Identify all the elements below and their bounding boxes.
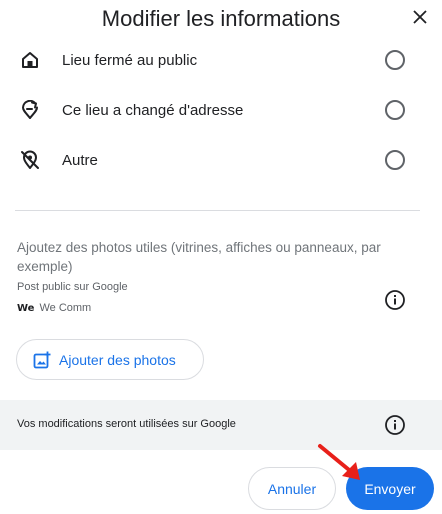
photos-description: Ajoutez des photos utiles (vitrines, aff… [17,240,381,274]
info-icon[interactable] [384,289,406,311]
store-closed-icon [19,49,41,71]
dialog-header: Modifier les informations [0,0,442,38]
add-photos-label: Ajouter des photos [59,351,176,368]
close-button[interactable] [408,5,432,29]
radio-button[interactable] [385,150,405,170]
post-public-label: Post public sur Google [17,281,128,293]
close-icon [413,10,427,24]
option-label: Lieu fermé au public [62,51,198,69]
radio-button[interactable] [385,100,405,120]
add-photos-button[interactable]: Ajouter des photos [16,339,204,380]
account-logo: We [17,302,35,314]
dialog-title: Modifier les informations [101,6,341,31]
info-icon[interactable] [384,414,406,436]
notice-text: Vos modifications seront utilisées sur G… [17,418,236,430]
cancel-button[interactable]: Annuler [248,467,336,510]
send-button[interactable]: Envoyer [346,467,434,510]
option-address-changed[interactable]: Ce lieu a changé d'adresse [0,92,442,128]
notice-banner: Vos modifications seront utilisées sur G… [0,400,442,450]
add-photo-icon [33,351,51,369]
section-divider [15,210,420,211]
account-row: We We Comm [17,302,91,314]
account-name: We Comm [39,302,92,314]
option-closed-to-public[interactable]: Lieu fermé au public [0,42,442,78]
option-label: Ce lieu a changé d'adresse [62,101,244,119]
location-off-icon [19,149,41,171]
radio-button[interactable] [385,50,405,70]
option-label: Autre [62,151,98,169]
moved-location-icon [19,99,41,121]
option-other[interactable]: Autre [0,142,442,178]
